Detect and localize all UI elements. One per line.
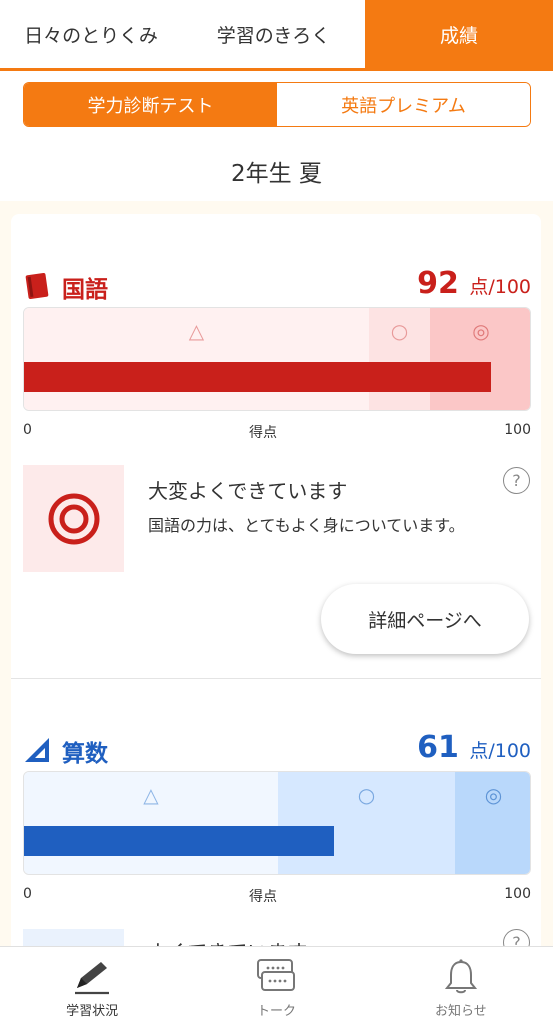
nav-study-status[interactable]: 学習状況 [0, 947, 184, 1024]
chat-icon [257, 959, 296, 991]
triangle-ruler-icon [24, 736, 50, 764]
bottom-navigation: 学習状況 トーク お知らせ [0, 946, 553, 1024]
subject-score: 61 点/100 [417, 730, 531, 765]
evaluation-icon-box [23, 465, 124, 572]
subject-name: 国語 [62, 277, 108, 303]
subject-name: 算数 [62, 741, 108, 767]
nav-talk[interactable]: トーク [184, 947, 368, 1024]
zone-circle: ○ [369, 308, 430, 410]
tab-study-record[interactable]: 学習のきろく [182, 0, 365, 68]
triangle-mark: △ [188, 319, 205, 343]
evaluation-description: 国語の力は、とてもよく身についています。 [148, 516, 465, 535]
bell-icon [444, 959, 477, 994]
score-axis: 0 得点 100 [23, 886, 531, 906]
segment-diagnostic-test[interactable]: 学力診断テスト [24, 83, 277, 126]
axis-min: 0 [23, 422, 32, 438]
evaluation-title: 大変よくできています [148, 479, 348, 503]
axis-min: 0 [23, 886, 32, 902]
tab-grades[interactable]: 成績 [365, 0, 553, 68]
score-axis: 0 得点 100 [23, 422, 531, 442]
double-circle-mark: ◎ [472, 319, 490, 343]
subject-header-math: 算数 61 点/100 [24, 730, 531, 770]
double-circle-icon [48, 493, 99, 544]
score-bar-chart-math: △ ○ ◎ [23, 771, 531, 875]
nav-notifications[interactable]: お知らせ [369, 947, 553, 1024]
pencil-icon [75, 962, 110, 995]
nav-label: お知らせ [434, 1004, 487, 1019]
axis-label: 得点 [249, 889, 277, 905]
period-title: 2年生 夏 [231, 161, 322, 187]
help-icon[interactable]: ? [503, 467, 530, 494]
score-bar [24, 826, 334, 856]
zone-triangle: △ [24, 772, 278, 874]
circle-mark: ○ [357, 783, 376, 807]
tab-daily-efforts[interactable]: 日々のとりくみ [0, 0, 182, 68]
segment-english-premium[interactable]: 英語プレミアム [277, 83, 530, 126]
nav-label: 学習状況 [66, 1004, 119, 1019]
subject-header-japanese: 国語 92 点/100 [24, 266, 531, 306]
detail-page-button[interactable]: 詳細ページへ [321, 584, 529, 654]
subject-score: 92 点/100 [417, 266, 531, 301]
test-type-section: 学力診断テスト 英語プレミアム 2年生 夏 [0, 71, 553, 201]
circle-mark: ○ [390, 319, 409, 343]
top-tab-bar: 日々のとりくみ 学習のきろく 成績 [0, 0, 553, 71]
triangle-mark: △ [143, 783, 159, 807]
book-icon [24, 272, 50, 300]
section-divider [11, 678, 541, 679]
zone-circle: ○ [278, 772, 455, 874]
score-bar [24, 362, 492, 392]
axis-max: 100 [504, 422, 531, 438]
double-circle-mark: ◎ [484, 783, 503, 807]
score-bar-chart-japanese: △ ○ ◎ [23, 307, 531, 411]
zone-double-circle: ◎ [455, 772, 530, 874]
nav-label: トーク [256, 1004, 296, 1019]
zone-triangle: △ [24, 308, 369, 410]
test-type-segmented-control: 学力診断テスト 英語プレミアム [23, 82, 531, 127]
axis-max: 100 [504, 886, 531, 902]
axis-label: 得点 [249, 425, 277, 441]
zone-double-circle: ◎ [430, 308, 530, 410]
